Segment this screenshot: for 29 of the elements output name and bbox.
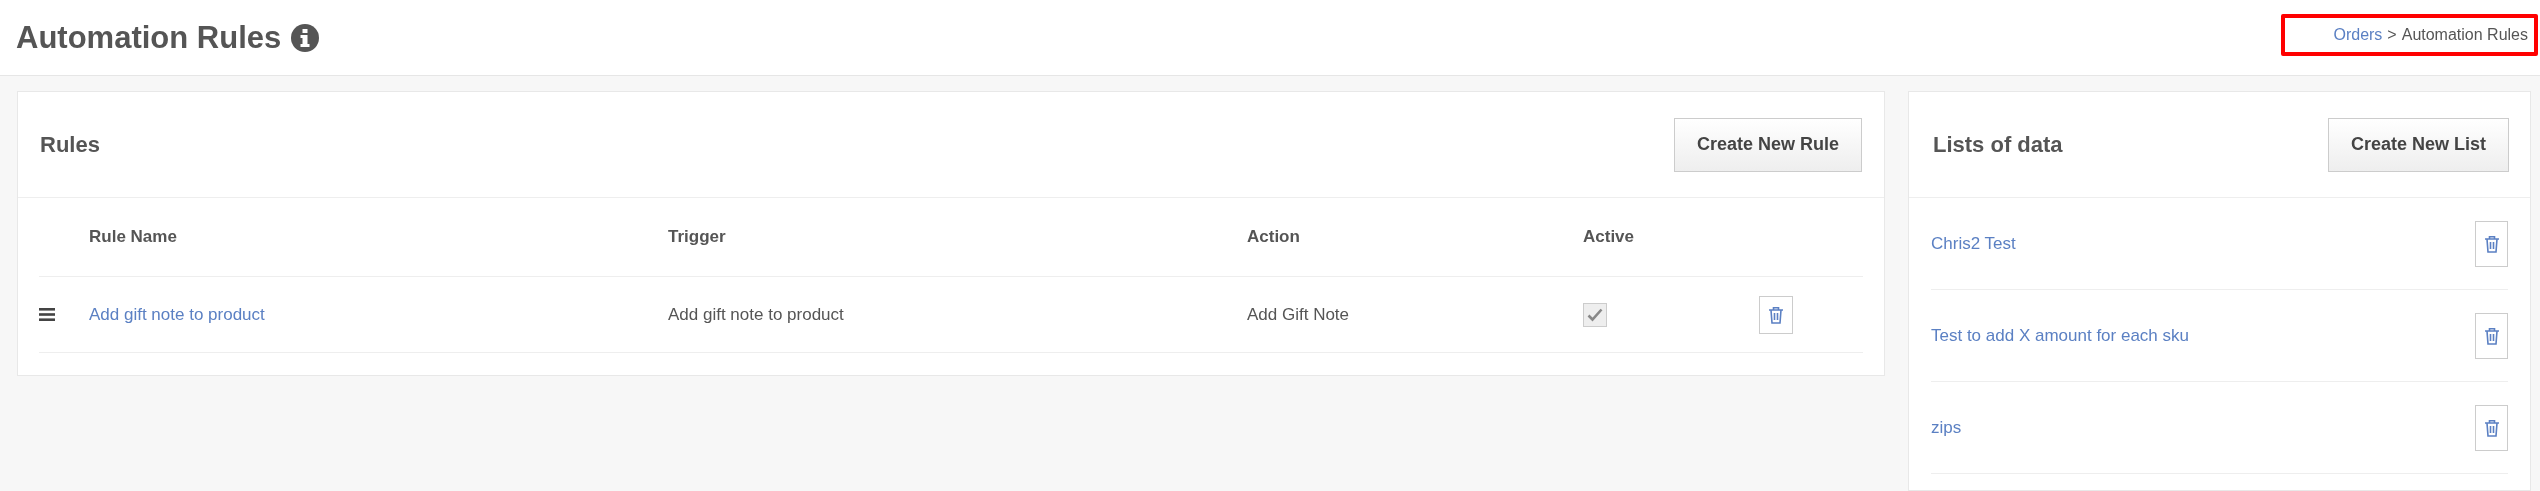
column-header: Action [1247, 227, 1301, 247]
delete-button[interactable] [2475, 404, 2508, 451]
delete-button[interactable] [2475, 220, 2508, 267]
column-header: Rule Name [89, 227, 178, 247]
rule-name-link[interactable]: Add gift note to product [89, 304, 265, 325]
breadcrumb-current: Automation Rules [2401, 25, 2528, 44]
panel-title: Lists of data [1933, 131, 2063, 158]
drag-handle-icon[interactable] [39, 308, 55, 321]
delete-button[interactable] [1759, 295, 1793, 334]
column-header: Trigger [668, 227, 727, 247]
list-link[interactable]: Test to add X amount for each sku [1931, 325, 2189, 346]
trash-icon [2483, 418, 2500, 437]
page-title: Automation Rules [16, 19, 282, 56]
trash-icon [1768, 305, 1784, 324]
list-link[interactable]: Chris2 Test [1931, 233, 2016, 254]
delete-button[interactable] [2475, 312, 2508, 359]
column-header: Active [1583, 227, 1636, 247]
trash-icon [2483, 326, 2500, 345]
active-checkbox[interactable] [1583, 302, 1607, 327]
create-rule-button[interactable]: Create New Rule [1673, 117, 1862, 172]
info-icon[interactable] [291, 23, 320, 52]
breadcrumb-separator: > [2387, 25, 2397, 44]
create-list-button[interactable]: Create New List [2327, 117, 2509, 172]
table-cell-text: Add gift note to product [668, 304, 845, 325]
table-cell-text: Add Gift Note [1247, 304, 1351, 325]
panel-title: Rules [40, 131, 100, 158]
breadcrumb-link[interactable]: Orders [2333, 25, 2383, 44]
trash-icon [2483, 234, 2500, 253]
list-link[interactable]: zips [1931, 417, 1962, 438]
